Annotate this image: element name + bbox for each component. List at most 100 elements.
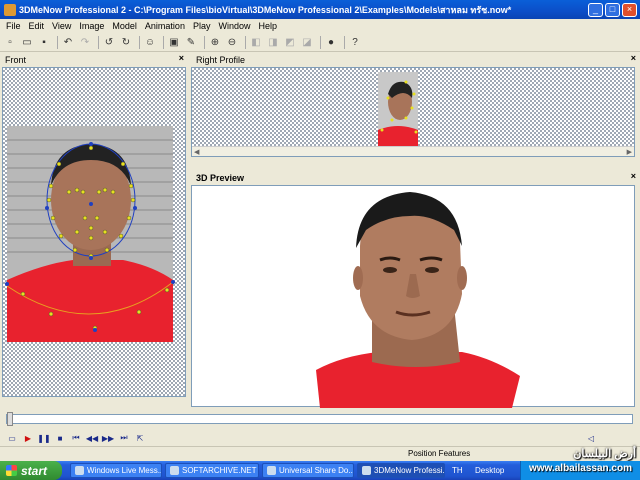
toolbar-separator — [245, 35, 246, 49]
right-pane-scrollbar[interactable]: ◀ ▶ — [192, 146, 634, 156]
front-pane-close-icon[interactable]: × — [179, 53, 184, 63]
menu-animation[interactable]: Animation — [141, 21, 189, 31]
start-button[interactable]: start — [0, 461, 62, 480]
toolbar-separator — [163, 35, 164, 49]
redo-icon[interactable]: ↷ — [78, 35, 92, 49]
front-pane-header: Front × — [0, 53, 188, 66]
camera-icon[interactable]: ▣ — [167, 35, 181, 49]
share-icon — [267, 466, 276, 475]
toolbar: ▫ ▭ ▪ ↶ ↷ ↺ ↻ ☺ ▣ ✎ ⊕ ⊖ ◧ ◨ ◩ ◪ ● ? — [0, 33, 640, 52]
view-4-icon[interactable]: ◪ — [300, 35, 314, 49]
task-label: Universal Share Do... — [279, 466, 354, 475]
right-photo — [378, 72, 418, 156]
playback-toolbar: ▭ ▶ ❚❚ ■ ⏮ ◀◀ ▶▶ ⏭ ⇱ ◁ — [0, 430, 640, 446]
toolbar-separator — [320, 35, 321, 49]
person-icon[interactable]: ☺ — [143, 35, 157, 49]
wand-icon[interactable]: ✎ — [184, 35, 198, 49]
preview-pane-title: 3D Preview — [196, 172, 245, 183]
undo-icon[interactable]: ↶ — [61, 35, 75, 49]
last-frame-icon[interactable]: ⏭ — [117, 432, 131, 445]
menu-window[interactable]: Window — [214, 21, 254, 31]
right-pane-title: Right Profile — [196, 54, 246, 65]
watermark-arabic: أرض البيلسان — [573, 448, 636, 460]
save-icon[interactable]: ▪ — [37, 35, 51, 49]
new-icon[interactable]: ▫ — [3, 35, 17, 49]
view-2-icon[interactable]: ◨ — [266, 35, 280, 49]
open-icon[interactable]: ▭ — [20, 35, 34, 49]
rotate-left-icon[interactable]: ↺ — [102, 35, 116, 49]
right-pane-view[interactable]: ◀ ▶ — [191, 67, 635, 157]
toolbar-separator — [204, 35, 205, 49]
right-pane-header: Right Profile × — [191, 53, 640, 66]
front-photo — [5, 126, 175, 342]
app-icon — [362, 466, 371, 475]
menu-edit[interactable]: Edit — [25, 21, 49, 31]
first-frame-icon[interactable]: ⏮ — [69, 432, 83, 445]
right-pane-close-icon[interactable]: × — [631, 53, 636, 63]
record-icon[interactable]: ▶ — [21, 432, 35, 445]
watermark-url: www.albailassan.com — [528, 463, 632, 474]
desktop-toolbar[interactable]: Desktop — [471, 463, 505, 478]
title-bar: 3DMeNow Professional 2 - C:\Program File… — [0, 0, 640, 19]
export-icon[interactable]: ⇱ — [133, 432, 147, 445]
toolbar-separator — [139, 35, 140, 49]
browser-icon — [170, 466, 179, 475]
preview-pane-view[interactable] — [191, 185, 635, 408]
toolbar-separator — [98, 35, 99, 49]
menu-bar: File Edit View Image Model Animation Pla… — [0, 19, 640, 32]
preview-right-ear — [457, 266, 467, 290]
task-label: Windows Live Mess... — [87, 466, 162, 475]
preview-pane-close-icon[interactable]: × — [631, 171, 636, 181]
toolbar-separator — [344, 35, 345, 49]
toolbar-separator — [57, 35, 58, 49]
menu-view[interactable]: View — [48, 21, 75, 31]
preview-pane-header: 3D Preview × — [191, 171, 640, 184]
timeline-thumb[interactable] — [7, 412, 13, 426]
zoom-out-icon[interactable]: ⊖ — [225, 35, 239, 49]
scroll-left-icon[interactable]: ◀ — [194, 148, 199, 156]
front-pane-title: Front — [5, 54, 27, 65]
zoom-in-icon[interactable]: ⊕ — [208, 35, 222, 49]
view-3-icon[interactable]: ◩ — [283, 35, 297, 49]
task-label: SOFTARCHIVE.NET ... — [182, 466, 259, 475]
windows-logo-icon — [6, 465, 17, 476]
maximize-button[interactable]: □ — [605, 2, 620, 17]
task-3dmenow[interactable]: 3DMeNow Professi... — [357, 463, 445, 478]
window-title: 3DMeNow Professional 2 - C:\Program File… — [19, 4, 512, 15]
menu-image[interactable]: Image — [75, 21, 108, 31]
menu-model[interactable]: Model — [108, 21, 141, 31]
scroll-right-icon[interactable]: ▶ — [627, 148, 632, 156]
preview-left-ear — [353, 266, 363, 290]
fast-forward-icon[interactable]: ▶▶ — [101, 432, 115, 445]
preview-3d-model — [316, 192, 520, 408]
minimize-button[interactable]: _ — [588, 2, 603, 17]
language-indicator[interactable]: TH — [448, 463, 468, 478]
rotate-right-icon[interactable]: ↻ — [119, 35, 133, 49]
task-universal-share[interactable]: Universal Share Do... — [262, 463, 354, 478]
rewind-icon[interactable]: ◀◀ — [85, 432, 99, 445]
timeline — [0, 408, 640, 429]
open-folder-icon[interactable]: ▭ — [5, 432, 19, 445]
view-1-icon[interactable]: ◧ — [249, 35, 263, 49]
pause-icon[interactable]: ❚❚ — [37, 432, 51, 445]
task-softarchive[interactable]: SOFTARCHIVE.NET ... — [165, 463, 259, 478]
menu-play[interactable]: Play — [189, 21, 215, 31]
front-shirt — [7, 260, 173, 342]
preview-left-eye — [383, 267, 397, 273]
preview-right-eye — [425, 267, 439, 273]
close-button[interactable]: × — [622, 2, 637, 17]
help-icon[interactable]: ? — [348, 35, 362, 49]
stop-icon[interactable]: ■ — [53, 432, 67, 445]
front-pane-view[interactable] — [2, 67, 186, 397]
status-bar: Position Features — [0, 446, 640, 460]
volume-icon[interactable]: ◁ — [584, 432, 598, 445]
task-windows-live[interactable]: Windows Live Mess... — [70, 463, 162, 478]
messenger-icon — [75, 466, 84, 475]
globe-icon[interactable]: ● — [324, 35, 338, 49]
task-label: 3DMeNow Professi... — [374, 466, 445, 475]
language-label: TH — [452, 466, 463, 475]
timeline-track[interactable] — [6, 412, 633, 426]
menu-file[interactable]: File — [2, 21, 25, 31]
start-label: start — [21, 463, 48, 478]
menu-help[interactable]: Help — [254, 21, 281, 31]
